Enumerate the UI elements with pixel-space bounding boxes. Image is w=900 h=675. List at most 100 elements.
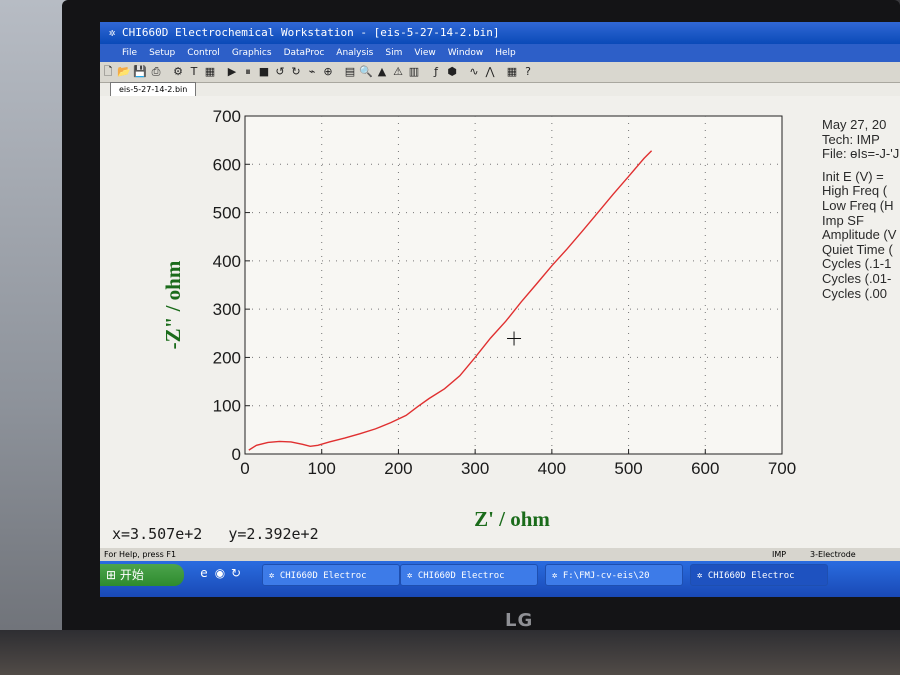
menu-file[interactable]: File <box>100 44 143 62</box>
task-label: F:\FMJ-cv-eis\20 <box>562 571 650 581</box>
new-icon[interactable]: 🗋 <box>101 62 115 82</box>
y-tick-label: 500 <box>213 204 241 223</box>
x-tick-label: 700 <box>768 459 796 478</box>
document-tab[interactable]: eis-5-27-14-2.bin <box>110 82 197 96</box>
app-icon: ✲ <box>269 571 280 581</box>
grid-icon[interactable]: ▦ <box>505 62 519 82</box>
sim-icon[interactable]: ⬢ <box>445 62 459 82</box>
text-icon[interactable]: T <box>187 62 201 82</box>
zoom-icon[interactable]: ⊕ <box>321 62 335 82</box>
pause-icon[interactable]: ⏸ <box>241 62 255 82</box>
save-icon[interactable]: 💾 <box>133 62 147 82</box>
wave2-icon[interactable]: ⋀ <box>483 62 497 82</box>
taskbar-task[interactable]: ✲ CHI660D Electroc <box>400 564 538 586</box>
magnify-icon[interactable]: 🔍 <box>359 62 373 82</box>
start-button[interactable]: ⊞ 开始 <box>100 564 184 586</box>
menu-analysis[interactable]: Analysis <box>330 44 379 62</box>
windows-logo-icon: ⊞ <box>106 568 120 582</box>
info-line: Tech: IMP <box>822 131 880 147</box>
x-tick-label: 0 <box>240 459 249 478</box>
screen: ✲ CHI660D Electrochemical Workstation - [… <box>100 22 900 597</box>
app-icon: ✲ <box>552 571 563 581</box>
y-tick-label: 600 <box>213 155 241 174</box>
app-icon: ✲ <box>697 571 708 581</box>
window-title: CHI660D Electrochemical Workstation - [e… <box>122 26 500 39</box>
y-tick-label: 300 <box>213 300 241 319</box>
title-bar[interactable]: ✲ CHI660D Electrochemical Workstation - [… <box>100 22 900 44</box>
x-tick-label: 400 <box>538 459 566 478</box>
graph-icon[interactable]: ▤ <box>343 62 357 82</box>
info-line: Init E (V) = <box>822 168 884 184</box>
info-line: Cycles (.1-1 <box>822 256 892 272</box>
x-tick-label: 100 <box>308 459 336 478</box>
x-tick-label: 200 <box>384 459 412 478</box>
status-help: For Help, press F1 <box>104 550 177 559</box>
info-line: File: ɵIs=-J-'J <box>822 146 900 162</box>
menu-help[interactable]: Help <box>489 44 522 62</box>
toolbar: 🗋 📂 💾 ⎙ ⚙ T ▦ ▶ ⏸ ■ ↺ ↻ ⌁ ⊕ ▤ 🔍 ▲ ⚠ ▥ ƒ ⬢ ∿ ⋀ ▦? <box>100 62 900 83</box>
y-tick-label: 200 <box>213 348 241 367</box>
open-icon[interactable]: 📂 <box>117 62 131 82</box>
cursor-y: y=2.392e+2 <box>228 525 319 543</box>
desk-surface <box>0 630 900 675</box>
start-label: 开始 <box>119 568 144 582</box>
quick-launch: e ◉ ↻ <box>196 566 244 580</box>
menu-view[interactable]: View <box>408 44 441 62</box>
ie-icon[interactable]: e <box>196 566 212 580</box>
menu-bar: File Setup Control Graphics DataProc Analysis… <box>100 44 900 62</box>
plot-frame <box>244 115 783 455</box>
task-label: CHI660D Electroc <box>707 571 795 581</box>
taskbar-task[interactable]: ✲ CHI660D Electroc <box>262 564 400 586</box>
x-axis-label: Z' / ohm <box>474 507 550 531</box>
print-icon[interactable]: ⎙ <box>149 62 163 82</box>
x-tick-label: 500 <box>614 459 642 478</box>
settings-icon[interactable]: ⚙ <box>171 62 185 82</box>
info-line: Cycles (.01- <box>822 270 892 286</box>
info-line: Amplitude (V <box>822 227 897 243</box>
background-wall <box>0 0 70 675</box>
cursor-readout: x=3.507e+2 y=2.392e+2 <box>112 525 319 543</box>
menu-sim[interactable]: Sim <box>379 44 408 62</box>
monitor-logo: LG <box>505 610 534 631</box>
status-bar: For Help, press F1 IMP 3-Electrode <box>100 548 900 561</box>
info-line: Low Freq (H <box>822 197 894 213</box>
stop-icon[interactable]: ■ <box>257 62 271 82</box>
app-icon: ✲ <box>407 571 418 581</box>
status-electrode: 3-Electrode <box>810 550 856 559</box>
reverse-icon[interactable]: ↺ <box>273 62 287 82</box>
fft-icon[interactable]: ƒ <box>429 62 443 82</box>
task-label: CHI660D Electroc <box>417 571 505 581</box>
run-icon[interactable]: ▶ <box>225 62 239 82</box>
menu-window[interactable]: Window <box>442 44 490 62</box>
info-panel: May 27, 20 Tech: IMP File: ɵIs=-J-'J Init E… <box>822 117 900 301</box>
taskbar-task[interactable]: ✲ F:\FMJ-cv-eis\20 <box>545 564 683 586</box>
y-axis-label: -Z" / ohm <box>161 260 185 349</box>
info-line: Cycles (.00 <box>822 285 888 301</box>
warning-icon[interactable]: ⚠ <box>391 62 405 82</box>
info-line: High Freq ( <box>822 183 888 199</box>
media-icon[interactable]: ◉ <box>212 566 228 580</box>
task-label: CHI660D Electroc <box>279 571 367 581</box>
repeat-icon[interactable]: ↻ <box>289 62 303 82</box>
y-tick-label: 400 <box>213 252 241 271</box>
x-tick-label: 300 <box>461 459 489 478</box>
status-mode: IMP <box>772 550 787 559</box>
refresh-icon[interactable]: ↻ <box>228 566 244 580</box>
y-tick-label: 100 <box>213 397 241 416</box>
y-tick-label: 0 <box>232 445 241 464</box>
overlay-icon[interactable]: ▦ <box>203 62 217 82</box>
taskbar-task[interactable]: ✲ CHI660D Electroc <box>690 564 828 586</box>
cursor-x: x=3.507e+2 <box>112 525 203 543</box>
menu-graphics[interactable]: Graphics <box>226 44 278 62</box>
info-line: May 27, 20 <box>822 117 887 132</box>
menu-control[interactable]: Control <box>181 44 226 62</box>
help-icon[interactable]: ? <box>521 62 535 82</box>
palette-icon[interactable]: ▥ <box>407 62 421 82</box>
menu-dataproc[interactable]: DataProc <box>278 44 331 62</box>
menu-setup[interactable]: Setup <box>143 44 181 62</box>
wave-icon[interactable]: ∿ <box>467 62 481 82</box>
y-tick-label: 700 <box>213 107 241 126</box>
filter-icon[interactable]: ⌁ <box>305 62 319 82</box>
info-line: Imp SF <box>822 212 864 228</box>
peak-icon[interactable]: ▲ <box>375 62 389 82</box>
